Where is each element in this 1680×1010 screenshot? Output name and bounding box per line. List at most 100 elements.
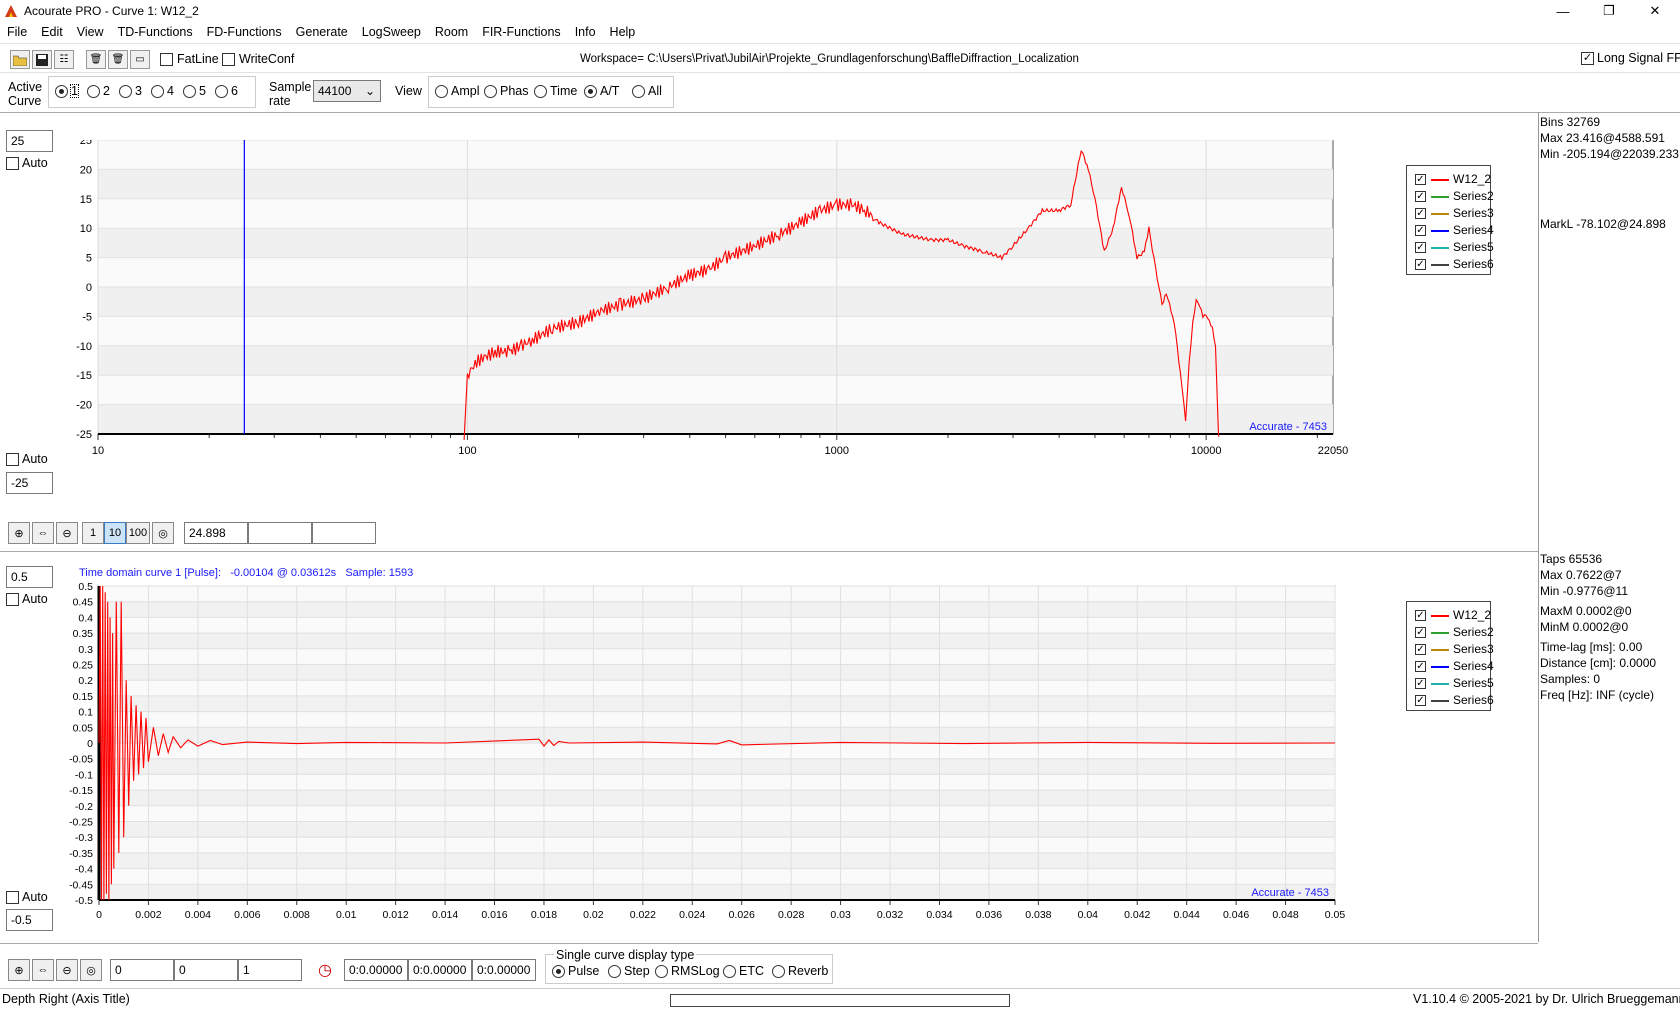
menu-room[interactable]: Room [435, 25, 468, 39]
curve-radio-1[interactable] [55, 85, 68, 98]
view-label-all: All [648, 84, 662, 98]
long-fft-checkbox[interactable]: ✓ [1581, 52, 1594, 65]
menu-fd-functions[interactable]: FD-Functions [207, 25, 282, 39]
zoom-out-icon[interactable]: ⊖ [56, 522, 78, 544]
curve-radio-3[interactable] [119, 85, 132, 98]
time-field-3[interactable]: 0:0.00000 [472, 959, 536, 981]
zoom-in-icon[interactable]: ⊕ [8, 959, 30, 981]
display-radio-etc[interactable] [723, 965, 736, 978]
stopwatch-icon[interactable]: ◷ [314, 959, 336, 981]
target-icon[interactable]: ◎ [152, 522, 174, 544]
y-tick-label: -0.15 [69, 785, 93, 797]
legend-checkbox[interactable]: ✓ [1415, 174, 1426, 185]
frequency-response-chart[interactable]: 2520151050-5-10-15-20-2510 100 1000 10000 22… [60, 140, 1380, 495]
status-bar: Depth Right (Axis Title) V1.10.4 © 2005-… [0, 988, 1680, 1010]
display-radio-reverb[interactable] [772, 965, 785, 978]
curve-radio-2[interactable] [87, 85, 100, 98]
legend-item[interactable]: ✓ Series3 [1407, 205, 1494, 222]
x-tick-label: 0.008 [284, 909, 310, 921]
legend-checkbox[interactable]: ✓ [1415, 695, 1426, 706]
time-field-2[interactable]: 0:0.00000 [408, 959, 472, 981]
view-radio-at[interactable] [584, 85, 597, 98]
maximize-button[interactable]: ❐ [1586, 0, 1632, 22]
sample-rate-select[interactable]: 44100 ⌄ [313, 80, 381, 102]
top-auto-max-checkbox[interactable] [6, 157, 19, 170]
bottom-field-3[interactable]: 1 [238, 959, 302, 981]
zoom-10-button[interactable]: 10 [104, 522, 126, 544]
legend-item[interactable]: ✓ Series6 [1407, 692, 1494, 709]
top-ymax-input[interactable]: 25 [6, 130, 53, 152]
legend-checkbox[interactable]: ✓ [1415, 644, 1426, 655]
view-radio-ampl[interactable] [435, 85, 448, 98]
view-radio-all[interactable] [632, 85, 645, 98]
top-auto-min-checkbox[interactable] [6, 453, 19, 466]
menu-file[interactable]: File [7, 25, 27, 39]
target-icon[interactable]: ◎ [80, 959, 102, 981]
menu-edit[interactable]: Edit [41, 25, 63, 39]
marker-field-2[interactable] [248, 522, 312, 544]
legend-checkbox[interactable]: ✓ [1415, 259, 1426, 270]
zoom-out-icon[interactable]: ⊖ [56, 959, 78, 981]
writeconf-checkbox[interactable] [222, 53, 235, 66]
top-ymin-input[interactable]: -25 [6, 472, 53, 494]
menu-info[interactable]: Info [575, 25, 596, 39]
x-tick-label: 0.03 [830, 909, 851, 921]
curve-radio-6[interactable] [215, 85, 228, 98]
display-radio-pulse[interactable] [552, 965, 565, 978]
zoom-in-icon[interactable]: ⊕ [8, 522, 30, 544]
legend-item[interactable]: ✓ Series4 [1407, 222, 1494, 239]
display-radio-rmslog[interactable] [655, 965, 668, 978]
legend-item[interactable]: ✓ Series5 [1407, 239, 1494, 256]
legend-item[interactable]: ✓ Series6 [1407, 256, 1494, 273]
menu-view[interactable]: View [77, 25, 104, 39]
time-domain-chart[interactable]: 0.5 0.45 0.4 0.35 0.3 0.25 0.2 0.15 0.1 0.05 0 -0.0… [45, 578, 1380, 933]
minimize-button[interactable]: — [1540, 0, 1586, 22]
legend-item[interactable]: ✓ W12_2 [1407, 171, 1491, 188]
view-radio-phas[interactable] [484, 85, 497, 98]
legend-item[interactable]: ✓ Series2 [1407, 624, 1494, 641]
display-radio-step[interactable] [608, 965, 621, 978]
legend-checkbox[interactable]: ✓ [1415, 610, 1426, 621]
legend-item[interactable]: ✓ W12_2 [1407, 607, 1491, 624]
bottom-field-2[interactable]: 0 [174, 959, 238, 981]
view-radio-time[interactable] [534, 85, 547, 98]
legend-checkbox[interactable]: ✓ [1415, 627, 1426, 638]
legend-item[interactable]: ✓ Series3 [1407, 641, 1494, 658]
bottom-auto-min-checkbox[interactable] [6, 891, 19, 904]
list-settings-icon[interactable]: ☷ [54, 50, 74, 69]
chevron-down-icon: ⌄ [364, 84, 375, 98]
menu-logsweep[interactable]: LogSweep [362, 25, 421, 39]
zoom-100-button[interactable]: 100 [126, 522, 150, 544]
marker-value-field[interactable]: 24.898 [184, 522, 248, 544]
fatline-checkbox[interactable] [160, 53, 173, 66]
close-button[interactable]: ✕ [1632, 0, 1678, 22]
menu-td-functions[interactable]: TD-Functions [118, 25, 193, 39]
legend-checkbox[interactable]: ✓ [1415, 242, 1426, 253]
zoom-horizontal-icon[interactable]: ⇔ [32, 959, 54, 981]
legend-checkbox[interactable]: ✓ [1415, 678, 1426, 689]
zoom-1-button[interactable]: 1 [82, 522, 104, 544]
save-disk-icon[interactable] [32, 50, 52, 69]
bottom-auto-max-checkbox[interactable] [6, 593, 19, 606]
legend-item[interactable]: ✓ Series2 [1407, 188, 1494, 205]
delete-all-icon[interactable]: 🗑 [108, 50, 128, 69]
open-folder-icon[interactable] [10, 50, 30, 69]
menu-generate[interactable]: Generate [296, 25, 348, 39]
legend-checkbox[interactable]: ✓ [1415, 661, 1426, 672]
legend-checkbox[interactable]: ✓ [1415, 225, 1426, 236]
menu-fir-functions[interactable]: FIR-Functions [482, 25, 561, 39]
time-field-1[interactable]: 0:0.00000 [344, 959, 408, 981]
display-label-reverb: Reverb [788, 964, 829, 978]
delete-icon[interactable]: 🗑 [86, 50, 106, 69]
legend-checkbox[interactable]: ✓ [1415, 191, 1426, 202]
marker-field-3[interactable] [312, 522, 376, 544]
legend-item[interactable]: ✓ Series4 [1407, 658, 1494, 675]
legend-item[interactable]: ✓ Series5 [1407, 675, 1494, 692]
legend-checkbox[interactable]: ✓ [1415, 208, 1426, 219]
curve-radio-5[interactable] [183, 85, 196, 98]
menu-help[interactable]: Help [610, 25, 636, 39]
zoom-horizontal-icon[interactable]: ⇔ [32, 522, 54, 544]
curve-radio-4[interactable] [151, 85, 164, 98]
bottom-field-1[interactable]: 0 [110, 959, 174, 981]
export-icon[interactable]: ▭ [130, 50, 150, 69]
